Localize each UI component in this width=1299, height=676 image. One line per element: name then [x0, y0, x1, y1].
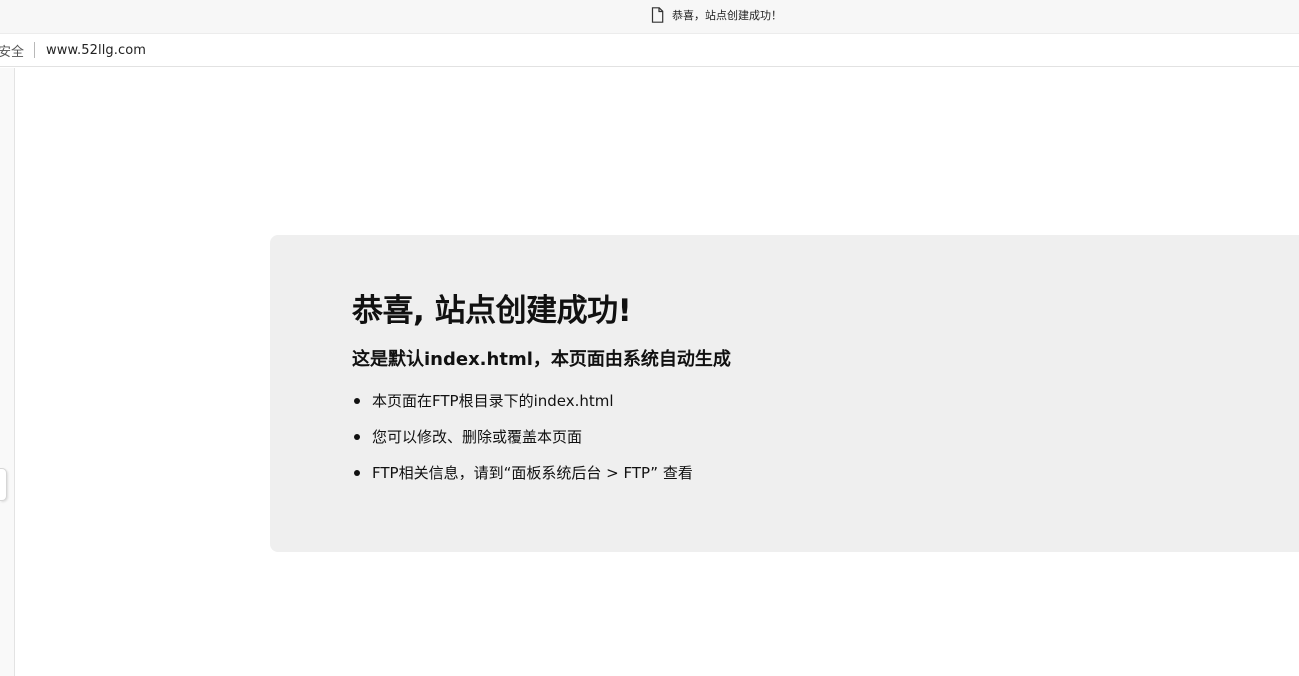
page-content: 恭喜, 站点创建成功! 这是默认index.html，本页面由系统自动生成 本页…	[16, 68, 1299, 676]
browser-titlebar: 恭喜，站点创建成功！	[0, 0, 1299, 33]
document-icon	[651, 7, 664, 23]
security-indicator[interactable]: 安全	[0, 41, 24, 60]
tab-title-text: 恭喜，站点创建成功！	[672, 9, 782, 22]
address-bar[interactable]: 安全 www.52llg.com	[0, 33, 1299, 67]
list-item: FTP相关信息，请到“面板系统后台 > FTP” 查看	[352, 463, 731, 483]
list-item: 本页面在FTP根目录下的index.html	[352, 391, 731, 411]
sidebar-expand-handle[interactable]	[0, 468, 7, 501]
browser-tab[interactable]: 恭喜，站点创建成功！	[651, 7, 782, 23]
address-separator	[34, 42, 36, 58]
page-subtitle: 这是默认index.html，本页面由系统自动生成	[352, 349, 731, 370]
welcome-panel: 恭喜, 站点创建成功! 这是默认index.html，本页面由系统自动生成 本页…	[270, 235, 1299, 552]
url-text[interactable]: www.52llg.com	[46, 43, 146, 58]
page-title: 恭喜, 站点创建成功!	[352, 293, 632, 329]
list-item: 您可以修改、删除或覆盖本页面	[352, 427, 731, 447]
info-list: 本页面在FTP根目录下的index.html 您可以修改、删除或覆盖本页面 FT…	[352, 391, 731, 483]
sidebar-panel	[0, 68, 15, 676]
